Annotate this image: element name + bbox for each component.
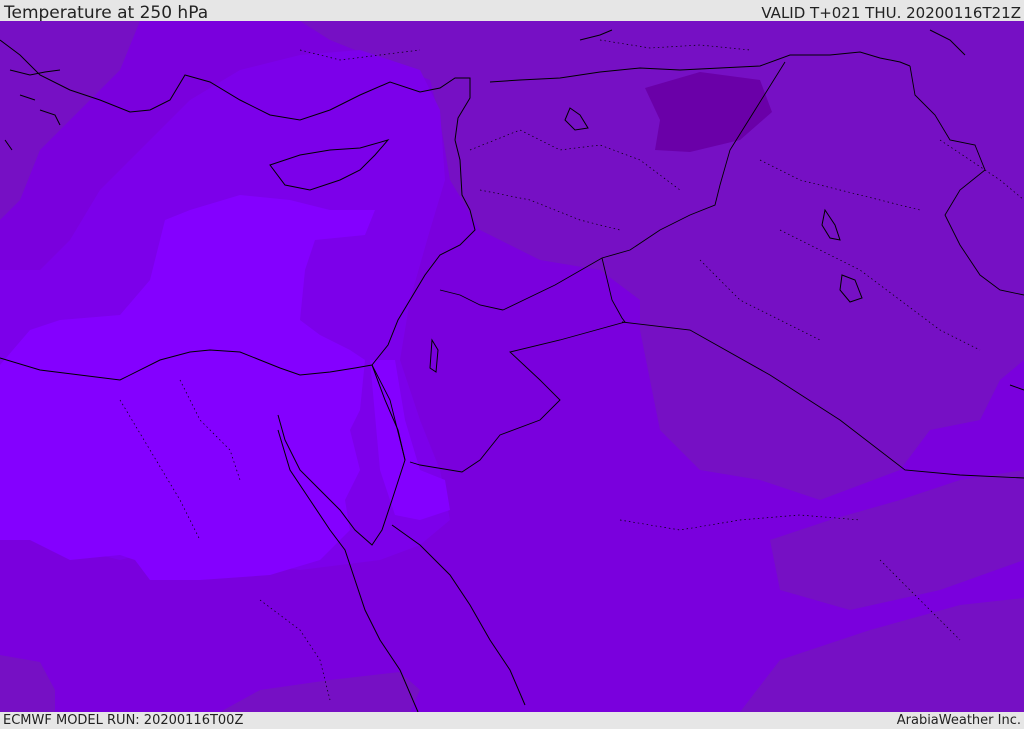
map-canvas — [0, 21, 1024, 712]
valid-time: VALID T+021 THU. 20200116T21Z — [761, 4, 1021, 22]
weather-map — [0, 21, 1024, 712]
model-run-label: ECMWF MODEL RUN: 20200116T00Z — [3, 713, 244, 728]
map-title: Temperature at 250 hPa — [4, 3, 209, 23]
header-bar: Temperature at 250 hPa VALID T+021 THU. … — [0, 0, 1024, 23]
credit-label: ArabiaWeather Inc. — [896, 713, 1021, 728]
footer-bar: ECMWF MODEL RUN: 20200116T00Z ArabiaWeat… — [0, 712, 1024, 729]
